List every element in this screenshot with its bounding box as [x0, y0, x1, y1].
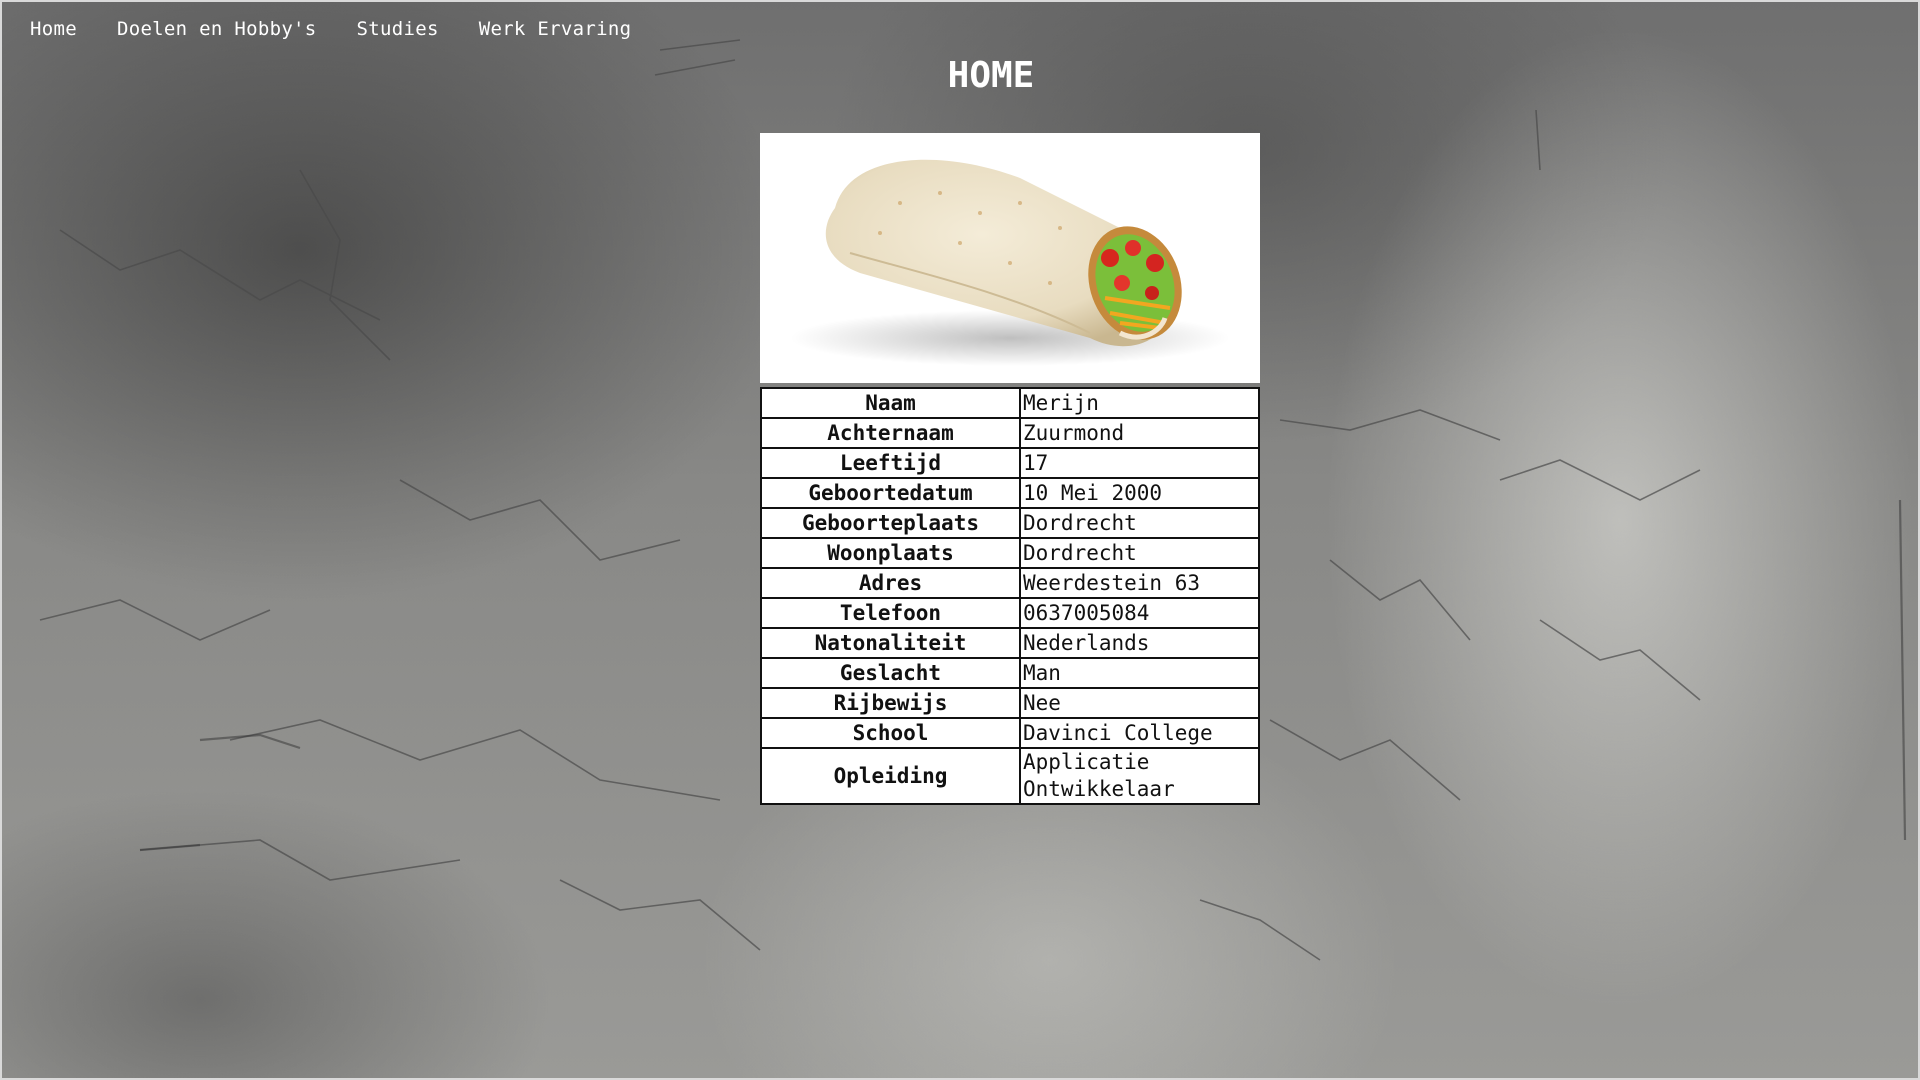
row-value-natonaliteit: Nederlands [1019, 627, 1260, 659]
row-value-opleiding-line2: Ontwikkelaar [1023, 777, 1175, 801]
row-value-opleiding-line1: Applicatie [1023, 750, 1150, 774]
row-value-geboortedatum: 10 Mei 2000 [1019, 477, 1260, 509]
table-row: Geslacht Man [760, 657, 1260, 689]
row-value-achternaam: Zuurmond [1019, 417, 1260, 449]
row-label-opleiding: Opleiding [760, 747, 1021, 805]
row-label-leeftijd: Leeftijd [760, 447, 1021, 479]
nav-link-doelen-en-hobbys[interactable]: Doelen en Hobby's [117, 18, 317, 40]
table-row: Rijbewijs Nee [760, 687, 1260, 719]
row-label-adres: Adres [760, 567, 1021, 599]
row-label-school: School [760, 717, 1021, 749]
page-title: HOME [947, 55, 1035, 96]
table-row: Telefoon 0637005084 [760, 597, 1260, 629]
nav-link-studies[interactable]: Studies [357, 18, 439, 40]
row-value-adres: Weerdestein 63 [1019, 567, 1260, 599]
row-value-woonplaats: Dordrecht [1019, 537, 1260, 569]
personal-info-table: Naam Merijn Achternaam Zuurmond Leeftijd… [760, 387, 1260, 805]
nav-link-werk-ervaring[interactable]: Werk Ervaring [479, 18, 632, 40]
row-value-telefoon: 0637005084 [1019, 597, 1260, 629]
burrito-image [760, 133, 1260, 383]
row-label-geboorteplaats: Geboorteplaats [760, 507, 1021, 539]
row-label-achternaam: Achternaam [760, 417, 1021, 449]
row-value-leeftijd: 17 [1019, 447, 1260, 479]
row-label-geboortedatum: Geboortedatum [760, 477, 1021, 509]
table-row: Geboortedatum 10 Mei 2000 [760, 477, 1260, 509]
table-row: Geboorteplaats Dordrecht [760, 507, 1260, 539]
row-value-school: Davinci College [1019, 717, 1260, 749]
row-label-rijbewijs: Rijbewijs [760, 687, 1021, 719]
row-value-geboorteplaats: Dordrecht [1019, 507, 1260, 539]
row-value-geslacht: Man [1019, 657, 1260, 689]
row-label-telefoon: Telefoon [760, 597, 1021, 629]
table-row: Adres Weerdestein 63 [760, 567, 1260, 599]
row-label-geslacht: Geslacht [760, 657, 1021, 689]
row-value-naam: Merijn [1019, 387, 1260, 419]
table-row: School Davinci College [760, 717, 1260, 749]
row-value-opleiding: Applicatie Ontwikkelaar [1019, 747, 1260, 805]
row-label-natonaliteit: Natonaliteit [760, 627, 1021, 659]
table-row: Opleiding Applicatie Ontwikkelaar [760, 747, 1260, 805]
table-row: Leeftijd 17 [760, 447, 1260, 479]
table-row: Natonaliteit Nederlands [760, 627, 1260, 659]
table-row: Woonplaats Dordrecht [760, 537, 1260, 569]
row-value-rijbewijs: Nee [1019, 687, 1260, 719]
row-label-naam: Naam [760, 387, 1021, 419]
table-row: Achternaam Zuurmond [760, 417, 1260, 449]
row-label-woonplaats: Woonplaats [760, 537, 1021, 569]
nav-link-home[interactable]: Home [30, 18, 77, 40]
table-row: Naam Merijn [760, 387, 1260, 419]
main-nav: Home Doelen en Hobby's Studies Werk Erva… [30, 18, 631, 40]
